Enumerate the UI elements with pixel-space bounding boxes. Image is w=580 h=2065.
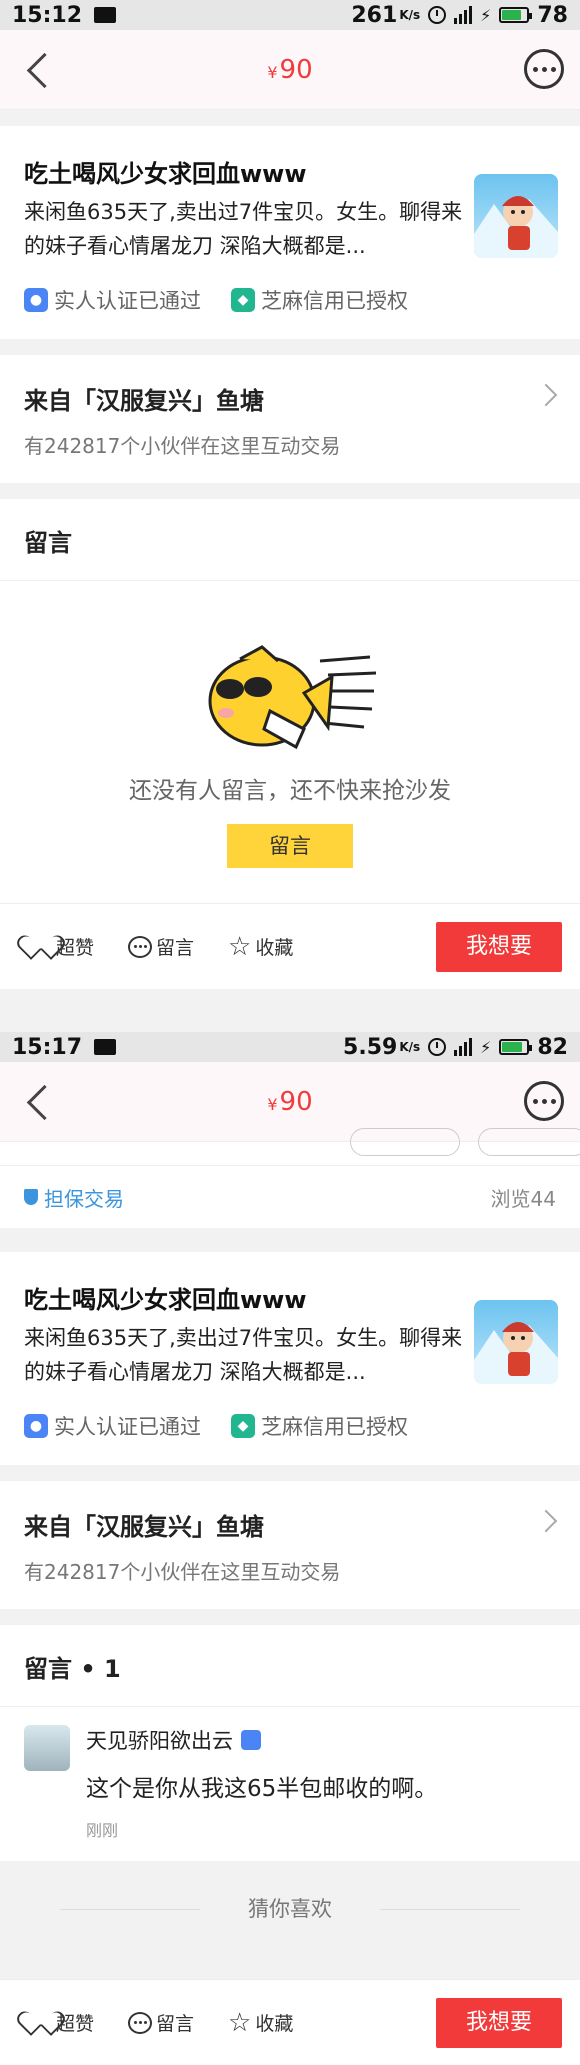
alarm-icon [428,1038,447,1056]
partial-content-top [0,1128,580,1166]
seller-bio: 来闲鱼635天了,卖出过7件宝贝。女生。聊得来的妹子看心情屠龙刀 深陷大概都是.… [24,200,463,258]
comment-item[interactable]: 天见骄阳欲出云 这个是你从我这65半包邮收的啊。 刚刚 [0,1707,580,1861]
secure-trade[interactable]: 担保交易 [24,1183,124,1212]
network-speed-unit: K/s [399,8,421,22]
battery-icon [499,1039,533,1055]
empty-comments-text: 还没有人留言，还不快来抢沙发 [129,778,451,804]
status-bar: 15:17 5.59 K/s ⚡ 82 [0,1032,580,1062]
commenter-avatar[interactable] [24,1725,70,1771]
more-icon[interactable] [524,1081,564,1121]
seller-card[interactable]: 吃土喝风少女求回血www 来闲鱼635天了,卖出过7件宝贝。女生。聊得来的妹子看… [0,1252,580,1465]
bottom-action-bar: 超赞 留言 ☆ 收藏 我想要 [0,903,580,989]
battery-level: 82 [537,1034,568,1060]
network-speed: 5.59 [343,1034,398,1060]
sesame-icon: ◆ [231,1414,255,1438]
pond-subtitle: 有242817个小伙伴在这里互动交易 [24,1560,341,1584]
star-icon: ☆ [228,2007,252,2038]
battery-level: 78 [537,2,568,28]
nav-bar: ¥90 [0,30,580,110]
commenter-name: 天见骄阳欲出云 [86,1725,437,1755]
battery-icon [499,7,533,23]
back-icon[interactable] [20,1082,60,1122]
want-button[interactable]: 我想要 [436,921,562,972]
favorite-button[interactable]: ☆ 收藏 [228,933,293,960]
pond-title: 来自「汉服复兴」鱼塘 [24,1513,264,1541]
seller-card[interactable]: 吃土喝风少女求回血www 来闲鱼635天了,卖出过7件宝贝。女生。聊得来的妹子看… [0,126,580,339]
notification-icon [94,1039,117,1055]
seller-bio: 来闲鱼635天了,卖出过7件宝贝。女生。聊得来的妹子看心情屠龙刀 深陷大概都是.… [24,1326,463,1384]
leave-comment-button[interactable]: 留言 [227,824,353,868]
signal-icon [454,6,473,24]
signal-icon [454,1038,473,1056]
status-time: 15:12 [12,2,83,28]
comment-time: 刚刚 [86,1821,119,1840]
sesame-credit-badge: ◆ 芝麻信用已授权 [231,285,408,315]
bottom-action-bar: 超赞 留言 ☆ 收藏 我想要 [0,1979,580,2065]
comment-icon [128,935,153,958]
seller-avatar[interactable] [474,1300,558,1384]
like-button[interactable]: 超赞 [28,2009,94,2036]
trade-info-row: 担保交易 浏览44 [0,1166,580,1228]
comments-section: 留言 • 1 天见骄阳欲出云 这个是你从我这65半包邮收的啊。 刚刚 [0,1625,580,1861]
comments-title: 留言 [0,499,580,581]
charging-icon: ⚡ [480,5,492,25]
screenshot-2: 15:17 5.59 K/s ⚡ 82 ¥90 担保交易 浏览44 吃土喝风少女… [0,1032,580,2065]
heart-icon [28,936,52,958]
like-button[interactable]: 超赞 [28,933,94,960]
status-time: 15:17 [12,1034,83,1060]
sesame-credit-badge: ◆ 芝麻信用已授权 [231,1411,408,1441]
more-icon[interactable] [524,49,564,89]
pond-card[interactable]: 来自「汉服复兴」鱼塘 有242817个小伙伴在这里互动交易 [0,355,580,483]
heart-icon [28,2012,52,2034]
fish-mascot-icon [208,645,377,750]
nav-price: ¥90 [267,1086,313,1117]
favorite-button[interactable]: ☆ 收藏 [228,2009,293,2036]
seller-avatar[interactable] [474,174,558,258]
verified-icon [241,1730,261,1750]
network-speed: 261 [351,2,398,28]
comment-icon [128,2011,153,2034]
charging-icon: ⚡ [480,1037,492,1057]
shield-icon [24,1189,38,1205]
partial-chip [350,1128,460,1156]
comment-text: 这个是你从我这65半包邮收的啊。 [86,1776,438,1802]
real-name-badge: ● 实人认证已通过 [24,285,201,315]
real-name-badge: ● 实人认证已通过 [24,1411,201,1441]
screenshot-1: 15:12 261 K/s ⚡ 78 ¥90 吃土喝风少女求回血www 来闲鱼6… [0,0,580,1032]
view-count: 浏览44 [490,1186,556,1211]
sesame-icon: ◆ [231,288,255,312]
pond-card[interactable]: 来自「汉服复兴」鱼塘 有242817个小伙伴在这里互动交易 [0,1481,580,1609]
network-speed-unit: K/s [399,1040,421,1054]
empty-comments: 还没有人留言，还不快来抢沙发 留言 [0,581,580,903]
alarm-icon [428,6,447,24]
person-icon: ● [24,288,48,312]
comment-button[interactable]: 留言 [128,2009,194,2036]
want-button[interactable]: 我想要 [436,1997,562,2048]
comments-title: 留言 • 1 [0,1625,580,1707]
star-icon: ☆ [228,931,252,962]
person-icon: ● [24,1414,48,1438]
back-icon[interactable] [20,50,60,90]
notification-icon [94,7,117,23]
comment-button[interactable]: 留言 [128,933,194,960]
status-bar: 15:12 261 K/s ⚡ 78 [0,0,580,30]
pond-title: 来自「汉服复兴」鱼塘 [24,387,264,415]
partial-chip [478,1128,580,1156]
pond-subtitle: 有242817个小伙伴在这里互动交易 [24,434,341,458]
nav-price: ¥90 [267,54,313,85]
comments-section: 留言 还没有人留言，还不快来抢沙发 留言 [0,499,580,903]
guess-you-like-header: 猜你喜欢 [0,1883,580,1935]
